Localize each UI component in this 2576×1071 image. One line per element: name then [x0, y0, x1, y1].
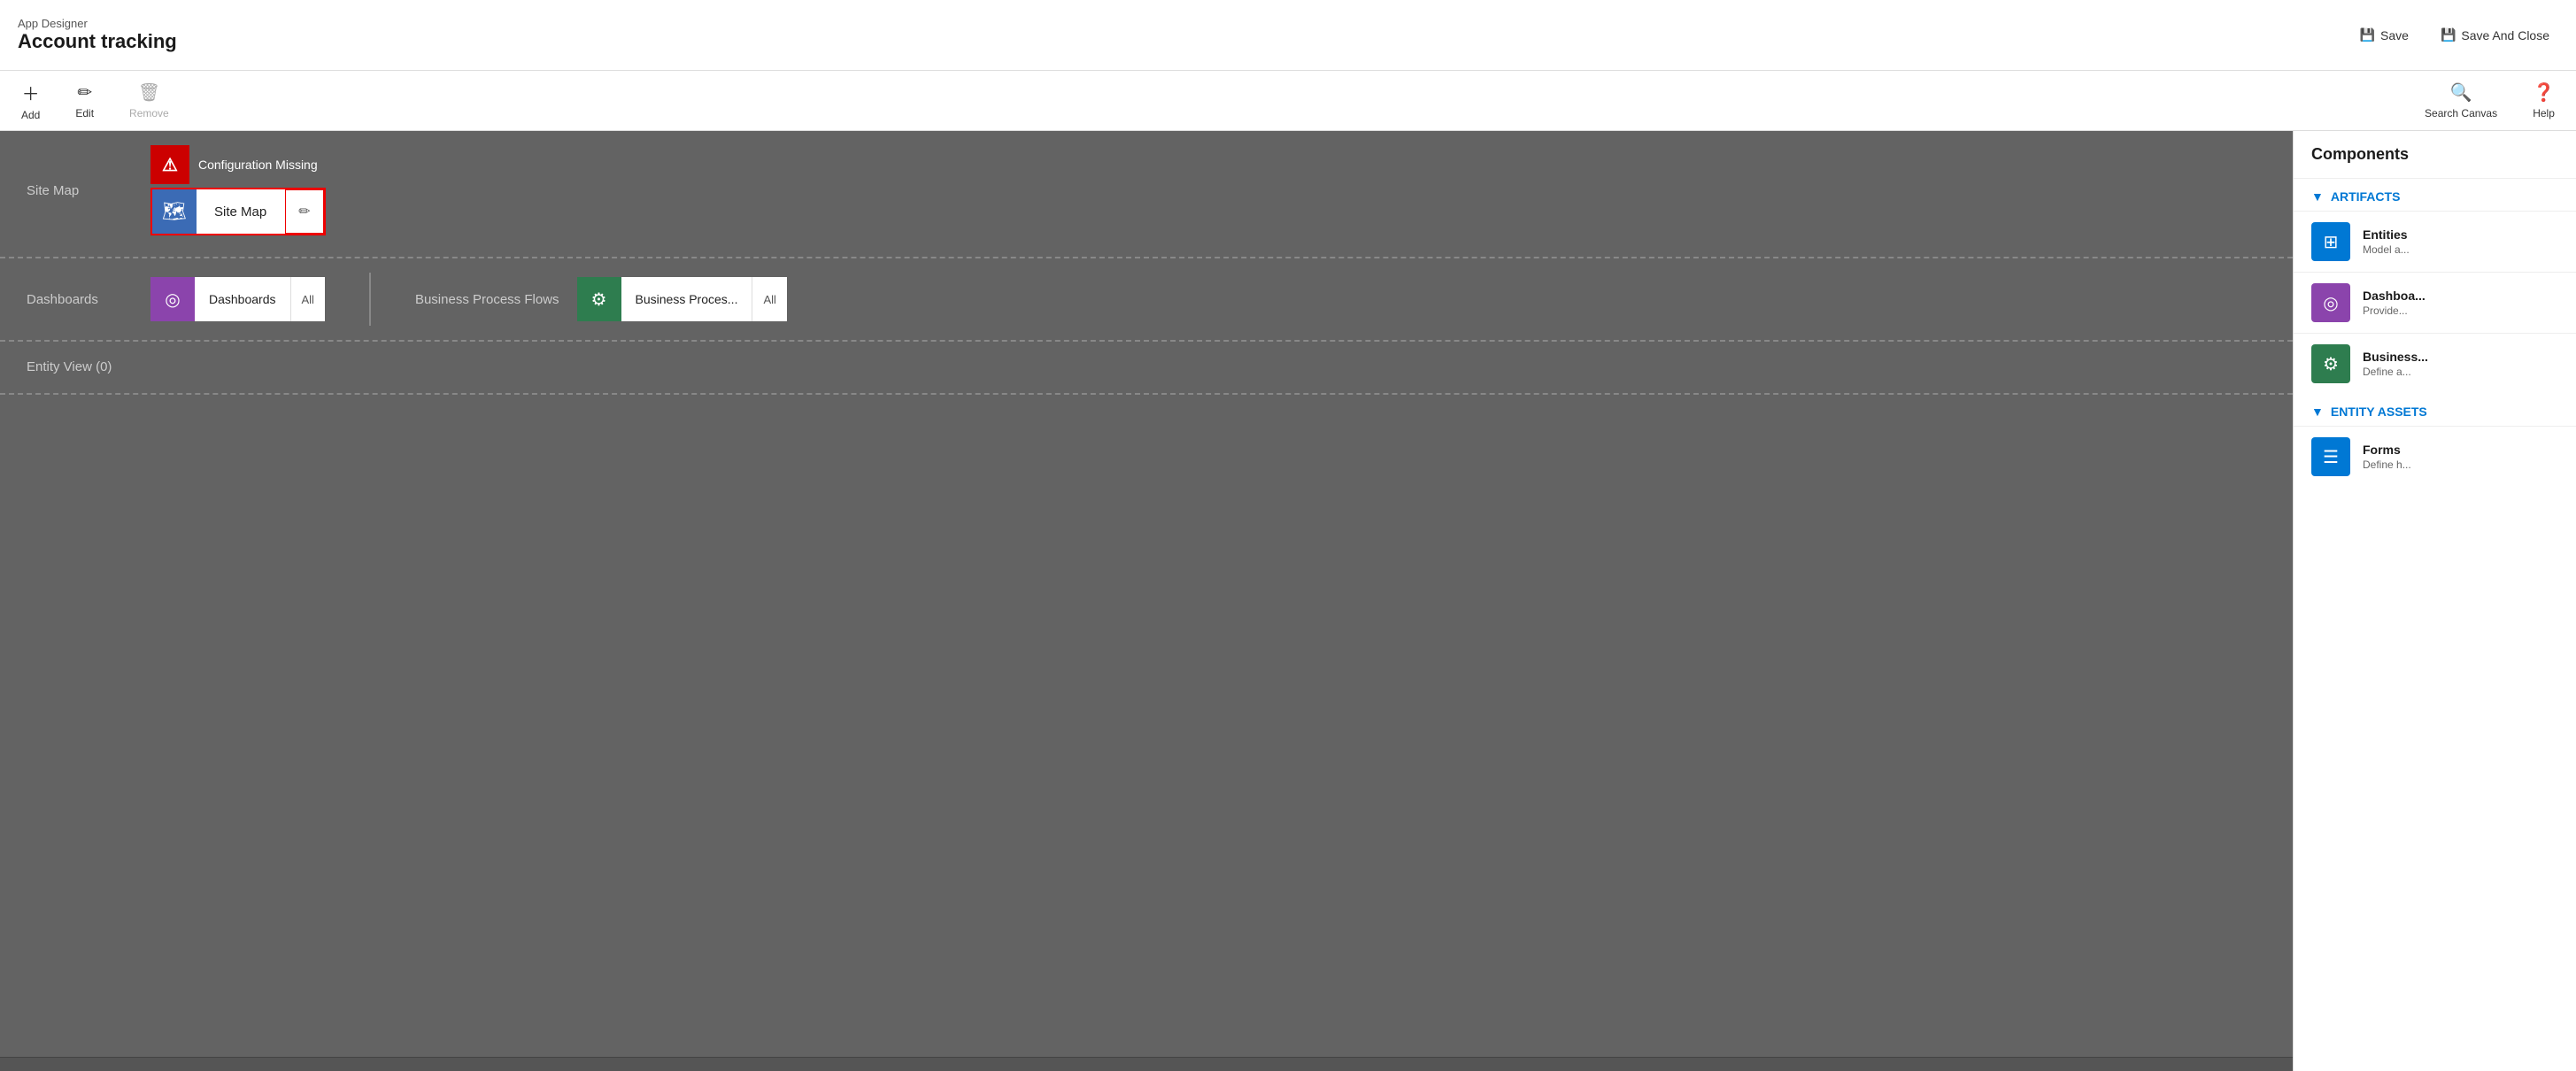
header: App Designer Account tracking 💾 Save 💾 S… — [0, 0, 2576, 71]
add-icon: ＋ — [22, 80, 40, 105]
bpf-icon-symbol: ⚙ — [591, 289, 607, 311]
entity-assets-section-label: ENTITY ASSETS — [2331, 405, 2427, 419]
edit-icon: ✏ — [77, 81, 92, 104]
toolbar: ＋ Add ✏ Edit 🗑 Remove 🔍 Search Canvas ❓ … — [0, 71, 2576, 131]
dashboards-icon-symbol: ◎ — [2323, 292, 2338, 314]
component-item-business-process[interactable]: ⚙ Business... Define a... — [2294, 333, 2576, 394]
warning-icon: ⚠ — [162, 154, 178, 176]
dashboard-section: Dashboards ◎ Dashboards All Business Pro… — [0, 258, 2293, 340]
help-button[interactable]: ❓ Help — [2526, 78, 2562, 123]
add-button[interactable]: ＋ Add — [14, 76, 47, 125]
forms-title: Forms — [2363, 443, 2411, 457]
dashboard-card[interactable]: ◎ Dashboards All — [150, 277, 325, 321]
business-process-title: Business... — [2363, 350, 2428, 364]
components-panel: Components ▼ ARTIFACTS ⊞ Entities Model … — [2293, 131, 2576, 1071]
sitemap-card-icon: 🗺 — [152, 189, 197, 234]
edit-pencil-icon: ✏ — [298, 203, 310, 220]
edit-label: Edit — [75, 107, 94, 119]
forms-icon-symbol: ☰ — [2323, 446, 2339, 468]
save-label: Save — [2380, 28, 2409, 42]
component-item-entities[interactable]: ⊞ Entities Model a... — [2294, 211, 2576, 272]
search-icon: 🔍 — [2450, 81, 2472, 104]
search-canvas-button[interactable]: 🔍 Search Canvas — [2418, 78, 2504, 123]
edit-button[interactable]: ✏ Edit — [68, 78, 101, 123]
save-icon: 💾 — [2360, 27, 2375, 42]
warning-row: ⚠ Configuration Missing — [150, 145, 326, 184]
canvas-area: Site Map ⚠ Configuration Missing — [0, 131, 2293, 1071]
sitemap-row: Site Map ⚠ Configuration Missing — [27, 145, 2266, 235]
save-close-icon: 💾 — [2441, 27, 2456, 42]
dashboard-card-icon: ◎ — [150, 277, 195, 321]
toolbar-right: 🔍 Search Canvas ❓ Help — [2418, 78, 2562, 123]
header-right: 💾 Save 💾 Save And Close — [2351, 22, 2558, 48]
dashboards-label: Dashboards — [27, 292, 133, 307]
business-process-desc: Define a... — [2363, 366, 2428, 378]
sitemap-card-container: 🗺 Site Map ✏ — [150, 188, 326, 235]
help-icon: ❓ — [2533, 81, 2555, 104]
bpf-card-label: Business Proces... — [621, 277, 752, 321]
vertical-divider — [369, 273, 371, 326]
remove-label: Remove — [129, 107, 169, 119]
entity-section: Entity View (0) — [0, 342, 2293, 393]
artifacts-section-header[interactable]: ▼ ARTIFACTS — [2294, 179, 2576, 211]
dashboards-comp-desc: Provide... — [2363, 304, 2426, 317]
warning-badge: ⚠ — [150, 145, 189, 184]
dashboard-content: Dashboards ◎ Dashboards All Business Pro… — [27, 273, 2266, 326]
artifacts-chevron-icon: ▼ — [2311, 189, 2324, 204]
entities-icon-symbol: ⊞ — [2324, 231, 2339, 253]
components-panel-title: Components — [2294, 131, 2576, 179]
entities-title: Entities — [2363, 227, 2410, 242]
search-canvas-label: Search Canvas — [2425, 107, 2497, 119]
sitemap-card-label: Site Map — [197, 204, 285, 220]
entity-view-label: Entity View (0) — [27, 359, 112, 374]
component-item-forms[interactable]: ☰ Forms Define h... — [2294, 426, 2576, 487]
entities-desc: Model a... — [2363, 243, 2410, 256]
bpf-label: Business Process Flows — [415, 292, 559, 307]
entity-assets-section-header[interactable]: ▼ ENTITY ASSETS — [2294, 394, 2576, 426]
remove-button[interactable]: 🗑 Remove — [122, 78, 176, 123]
save-close-label: Save And Close — [2461, 28, 2549, 42]
business-process-text: Business... Define a... — [2363, 350, 2428, 378]
bpf-card[interactable]: ⚙ Business Proces... All — [577, 277, 787, 321]
remove-icon: 🗑 — [138, 81, 160, 104]
bpf-card-icon: ⚙ — [577, 277, 621, 321]
sitemap-label: Site Map — [27, 183, 133, 198]
business-process-icon-symbol: ⚙ — [2323, 353, 2339, 375]
sitemap-section: Site Map ⚠ Configuration Missing — [0, 131, 2293, 257]
dashboard-card-action[interactable]: All — [290, 277, 325, 321]
bpf-card-action[interactable]: All — [752, 277, 786, 321]
sitemap-edit-button[interactable]: ✏ — [285, 189, 324, 234]
entity-assets-chevron-icon: ▼ — [2311, 405, 2324, 419]
sitemap-content: ⚠ Configuration Missing 🗺 Site Map — [150, 145, 326, 235]
dashboards-text: Dashboa... Provide... — [2363, 289, 2426, 317]
canvas-hscroll[interactable] — [0, 1057, 2293, 1071]
toolbar-left: ＋ Add ✏ Edit 🗑 Remove — [14, 76, 176, 125]
help-label: Help — [2533, 107, 2555, 119]
main-container: Site Map ⚠ Configuration Missing — [0, 131, 2576, 1071]
section-divider-3 — [0, 393, 2293, 395]
dashboards-comp-title: Dashboa... — [2363, 289, 2426, 303]
sitemap-icon-symbol: 🗺 — [162, 200, 187, 223]
business-process-icon: ⚙ — [2311, 344, 2350, 383]
canvas-scroll[interactable]: Site Map ⚠ Configuration Missing — [0, 131, 2293, 1057]
save-button[interactable]: 💾 Save — [2351, 22, 2418, 48]
forms-icon: ☰ — [2311, 437, 2350, 476]
app-title: Account tracking — [18, 30, 177, 53]
dashboard-icon-symbol: ◎ — [165, 289, 180, 311]
sitemap-card[interactable]: 🗺 Site Map — [152, 189, 285, 234]
artifacts-section-label: ARTIFACTS — [2331, 189, 2401, 204]
app-subtitle: App Designer — [18, 17, 177, 30]
config-missing-label: Configuration Missing — [198, 158, 318, 172]
forms-text: Forms Define h... — [2363, 443, 2411, 471]
save-and-close-button[interactable]: 💾 Save And Close — [2432, 22, 2558, 48]
entities-text: Entities Model a... — [2363, 227, 2410, 256]
add-label: Add — [21, 109, 40, 121]
canvas-inner: Site Map ⚠ Configuration Missing — [0, 131, 2293, 395]
entities-icon: ⊞ — [2311, 222, 2350, 261]
header-left: App Designer Account tracking — [18, 17, 177, 53]
dashboard-card-label: Dashboards — [195, 277, 290, 321]
forms-desc: Define h... — [2363, 458, 2411, 471]
component-item-dashboards[interactable]: ◎ Dashboa... Provide... — [2294, 272, 2576, 333]
dashboards-comp-icon: ◎ — [2311, 283, 2350, 322]
